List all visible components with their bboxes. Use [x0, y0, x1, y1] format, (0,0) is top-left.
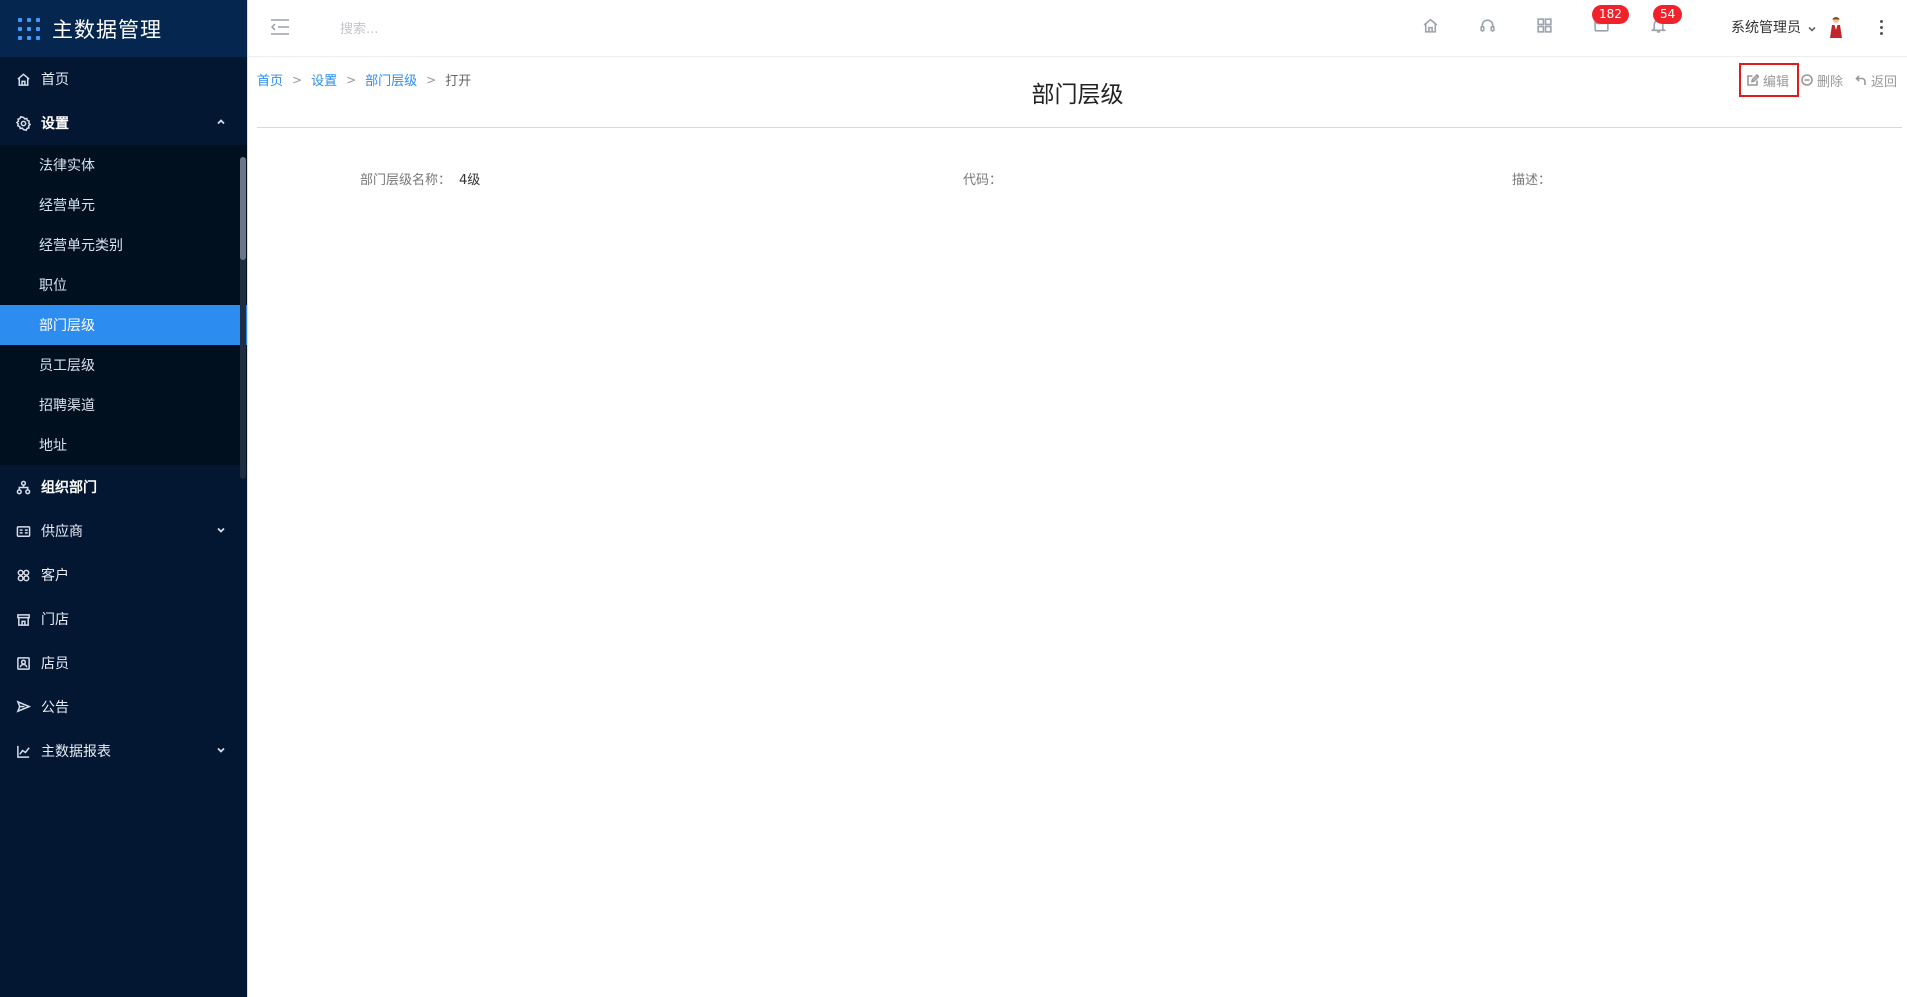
- sidebar-item-vendor[interactable]: 供应商: [0, 509, 247, 553]
- apps-grid-icon[interactable]: [1536, 17, 1554, 35]
- staff-icon: [15, 655, 31, 671]
- sidebar-item-legal-entity[interactable]: 法律实体: [0, 145, 247, 185]
- edit-icon: [1747, 74, 1759, 86]
- title-divider: [257, 127, 1902, 128]
- search-input[interactable]: [338, 14, 642, 44]
- sidebar-item-label: 店员: [41, 656, 69, 672]
- field-code: 代码：: [963, 169, 1010, 188]
- sidebar-item-staff[interactable]: 店员: [0, 641, 247, 685]
- sidebar-item-home[interactable]: 首页: [0, 57, 247, 101]
- vendor-card-icon: [15, 523, 31, 539]
- brand[interactable]: 主数据管理: [0, 0, 247, 57]
- sidebar-item-label: 供应商: [41, 524, 83, 540]
- customer-icon: [15, 567, 31, 583]
- sidebar-item-recruitment-channel[interactable]: 招聘渠道: [0, 385, 247, 425]
- notifications-badge: 54: [1653, 5, 1683, 24]
- edit-label: 编辑: [1762, 74, 1789, 90]
- more-vertical-icon[interactable]: [1876, 16, 1886, 38]
- sidebar-item-label: 组织部门: [41, 480, 97, 496]
- field-value: 4级: [459, 173, 481, 188]
- field-label: 代码：: [963, 173, 1003, 188]
- home-icon[interactable]: [1422, 17, 1440, 35]
- delete-button[interactable]: 删除: [1801, 65, 1843, 95]
- field-label: 部门层级名称：: [360, 173, 452, 188]
- sidebar: 主数据管理 首页 设置 法律实体 经营单元 经营单元类别 职位 部门层级 员工层…: [0, 0, 247, 997]
- back-button[interactable]: 返回: [1855, 65, 1897, 95]
- sidebar-scrollbar[interactable]: [240, 157, 246, 479]
- user-name: 系统管理员: [1731, 20, 1801, 36]
- minus-circle-icon: [1801, 74, 1813, 86]
- user-menu[interactable]: 系统管理员: [1731, 16, 1845, 38]
- record-actions: 编辑 删除 返回: [1738, 63, 1897, 97]
- field-department-level-name: 部门层级名称： 4级: [360, 169, 480, 188]
- page-title: 部门层级: [1031, 82, 1124, 108]
- avatar: [1830, 16, 1842, 38]
- sidebar-menu: 首页 设置 法律实体 经营单元 经营单元类别 职位 部门层级 员工层级 招聘渠道…: [0, 57, 247, 773]
- sidebar-item-employee-level[interactable]: 员工层级: [0, 345, 247, 385]
- announcement-icon: [15, 699, 31, 715]
- org-tree-icon: [15, 479, 31, 495]
- sidebar-item-label: 客户: [41, 568, 69, 584]
- home-icon: [15, 71, 31, 87]
- sidebar-item-label: 门店: [41, 612, 69, 628]
- sidebar-item-department-level[interactable]: 部门层级: [0, 305, 247, 345]
- menu-collapse-icon[interactable]: [270, 18, 290, 36]
- sidebar-item-announcement[interactable]: 公告: [0, 685, 247, 729]
- delete-label: 删除: [1816, 74, 1843, 90]
- sidebar-item-label: 设置: [41, 116, 69, 132]
- sidebar-item-label: 首页: [41, 72, 69, 88]
- chevron-down-icon: [1807, 22, 1817, 32]
- app-grid-logo-icon: [18, 17, 40, 40]
- sidebar-item-report[interactable]: 主数据报表: [0, 729, 247, 773]
- return-arrow-icon: [1855, 75, 1866, 85]
- sidebar-item-store[interactable]: 门店: [0, 597, 247, 641]
- sidebar-item-label: 公告: [41, 700, 69, 716]
- sidebar-scrollbar-thumb[interactable]: [240, 157, 246, 260]
- main-content: 首页 > 设置 > 部门层级 > 打开 部门层级 编辑 删除 返回 部门层级名称…: [248, 57, 1907, 997]
- edit-button[interactable]: 编辑: [1738, 63, 1799, 97]
- chevron-up-icon: [215, 116, 227, 128]
- line-chart-icon: [15, 743, 31, 759]
- chevron-down-icon: [215, 744, 227, 756]
- app-title: 主数据管理: [52, 17, 162, 42]
- gear-icon: [15, 115, 31, 131]
- top-header: 182 54 系统管理员: [248, 0, 1907, 57]
- sidebar-item-position[interactable]: 职位: [0, 265, 247, 305]
- field-label: 描述：: [1512, 173, 1552, 188]
- back-label: 返回: [1870, 74, 1897, 90]
- sidebar-item-customer[interactable]: 客户: [0, 553, 247, 597]
- headset-icon[interactable]: [1479, 17, 1497, 35]
- sidebar-item-address[interactable]: 地址: [0, 425, 247, 465]
- messages-badge: 182: [1592, 5, 1629, 24]
- chevron-down-icon: [215, 524, 227, 536]
- field-description: 描述：: [1512, 169, 1559, 188]
- sidebar-item-organization[interactable]: 组织部门: [0, 465, 247, 509]
- sidebar-item-label: 主数据报表: [41, 744, 111, 760]
- sidebar-item-settings[interactable]: 设置: [0, 101, 247, 145]
- store-icon: [15, 611, 31, 627]
- sidebar-item-business-unit-category[interactable]: 经营单元类别: [0, 225, 247, 265]
- settings-submenu: 法律实体 经营单元 经营单元类别 职位 部门层级 员工层级 招聘渠道 地址: [0, 145, 247, 465]
- sidebar-item-business-unit[interactable]: 经营单元: [0, 185, 247, 225]
